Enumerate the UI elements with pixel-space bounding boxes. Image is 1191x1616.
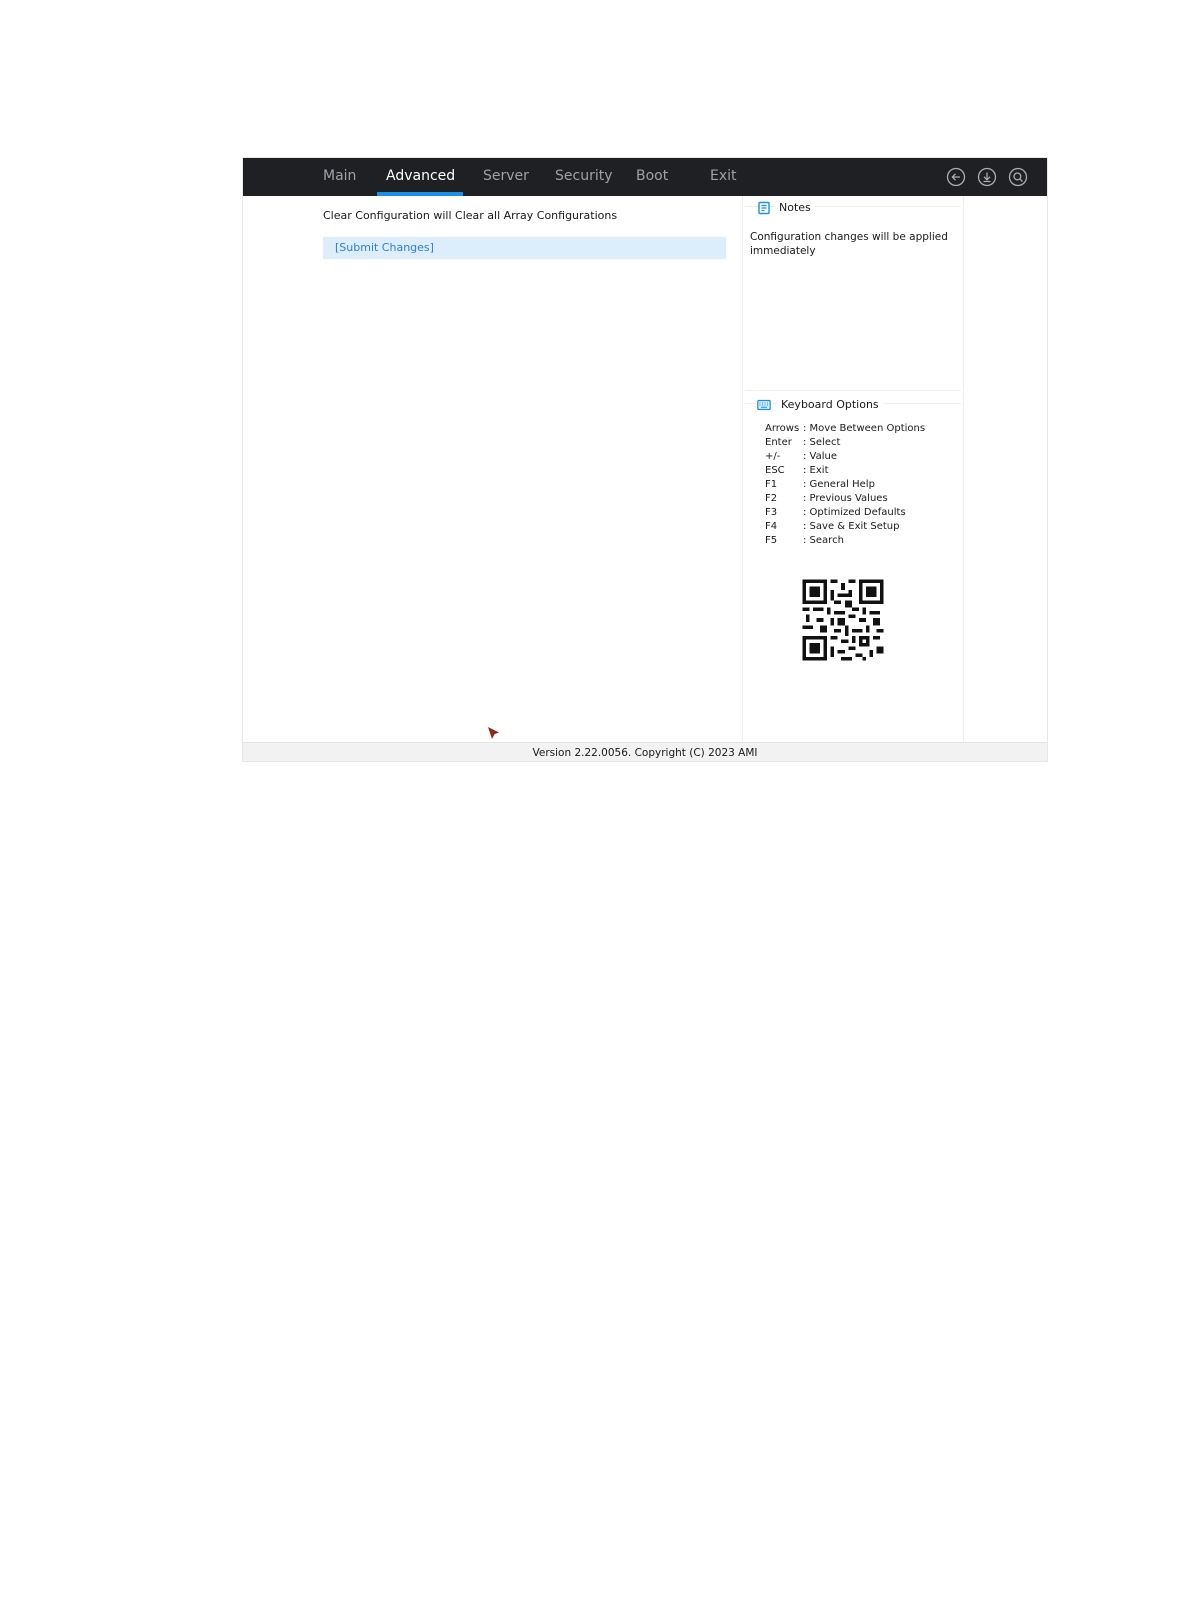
key-label: F4 — [765, 521, 778, 532]
tab-main[interactable]: Main — [323, 158, 356, 196]
keyboard-options-title: Keyboard Options — [777, 398, 883, 411]
key-label: +/- — [765, 451, 781, 462]
keyboard-row: F4 : Save & Exit Setup — [765, 520, 899, 534]
keyboard-options-box: Keyboard Options Arrows: Move Between Op… — [745, 398, 961, 546]
key-label: Enter — [765, 437, 792, 448]
key-description: : General Help — [803, 479, 875, 490]
key-description: : Optimized Defaults — [803, 507, 906, 518]
help-panel: Notes Configuration changes will be appl… — [743, 196, 963, 742]
mouse-pointer-icon — [487, 726, 501, 742]
keyboard-icon — [757, 398, 771, 412]
back-icon[interactable] — [946, 167, 966, 187]
tab-exit[interactable]: Exit — [710, 158, 737, 196]
key-label: ESC — [765, 465, 785, 476]
footer-bar: Version 2.22.0056. Copyright (C) 2023 AM… — [243, 742, 1047, 761]
save-download-icon[interactable] — [977, 167, 997, 187]
keyboard-row: ESC : Exit — [765, 464, 828, 478]
tab-boot[interactable]: Boot — [636, 158, 668, 196]
key-label: Arrows — [765, 423, 800, 434]
tab-advanced[interactable]: Advanced — [386, 158, 455, 196]
keyboard-row: F3 : Optimized Defaults — [765, 506, 906, 520]
tab-security[interactable]: Security — [555, 158, 613, 196]
notes-box: Notes Configuration changes will be appl… — [745, 201, 961, 391]
key-description: : Select — [803, 437, 841, 448]
key-description: : Move Between Options — [803, 423, 926, 434]
submit-changes-label[interactable]: [Submit Changes] — [335, 237, 434, 259]
key-description: : Search — [803, 535, 844, 546]
notes-icon — [757, 201, 771, 215]
key-description: : Exit — [803, 465, 829, 476]
key-description: : Previous Values — [803, 493, 888, 504]
key-description: : Value — [803, 451, 838, 462]
key-label: F3 — [765, 507, 778, 518]
tab-server[interactable]: Server — [483, 158, 529, 196]
notes-title: Notes — [775, 201, 815, 214]
keyboard-row: Enter : Select — [765, 436, 840, 450]
search-icon[interactable] — [1008, 167, 1028, 187]
version-copyright-text: Version 2.22.0056. Copyright (C) 2023 AM… — [532, 747, 758, 759]
qr-code — [799, 576, 887, 664]
keyboard-row: +/- : Value — [765, 450, 837, 464]
key-label: F2 — [765, 493, 778, 504]
bios-window: Main Advanced Server Security Boot Exit … — [242, 157, 1048, 762]
key-label: F1 — [765, 479, 778, 490]
key-description: : Save & Exit Setup — [803, 521, 900, 532]
main-content: Clear Configuration will Clear all Array… — [323, 196, 738, 742]
info-text: Clear Configuration will Clear all Array… — [323, 209, 618, 222]
top-menu-bar: Main Advanced Server Security Boot Exit — [243, 158, 1047, 196]
keyboard-row: F5 : Search — [765, 534, 844, 548]
submit-changes-item[interactable]: [Submit Changes] — [323, 237, 726, 259]
keyboard-row: F1 : General Help — [765, 478, 875, 492]
side-divider-right — [963, 196, 964, 742]
keyboard-row: F2 : Previous Values — [765, 492, 888, 506]
notes-text: Configuration changes will be applied im… — [750, 231, 948, 257]
keyboard-row: Arrows: Move Between Options — [765, 422, 925, 436]
key-label: F5 — [765, 535, 778, 546]
